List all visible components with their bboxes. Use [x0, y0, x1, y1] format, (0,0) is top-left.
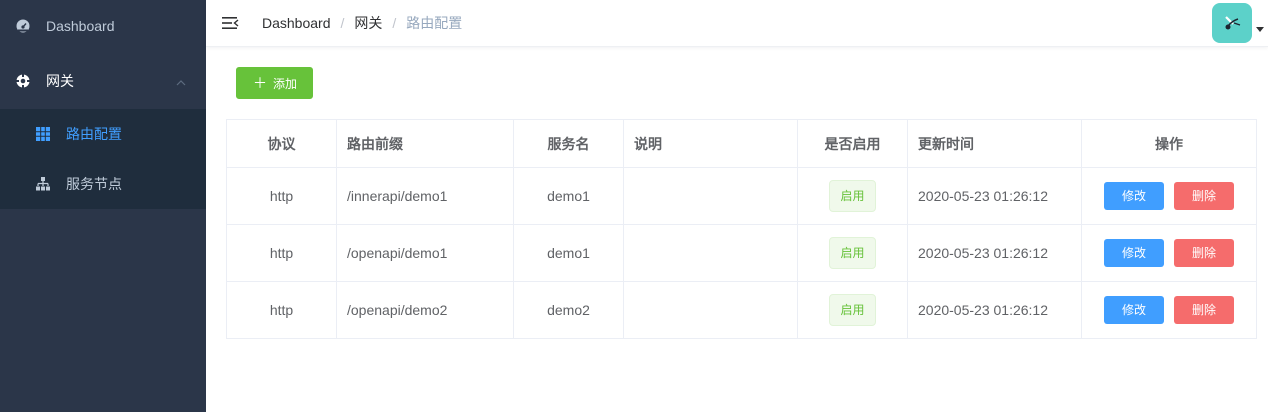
gateway-submenu: 路由配置 服务节点: [0, 109, 206, 209]
cell-enabled: 启用: [797, 224, 908, 282]
caret-down-icon[interactable]: [1256, 19, 1264, 37]
breadcrumb-item-dashboard[interactable]: Dashboard: [262, 15, 331, 31]
delete-button[interactable]: 删除: [1174, 296, 1234, 324]
route-table: 协议 路由前缀 服务名 说明 是否启用 更新时间 操作 http /innera…: [226, 119, 1257, 339]
app-root: Dashboard 网关 路由配置 服务节点 Dashboard / 网关 / …: [0, 0, 1268, 412]
sidebar: Dashboard 网关 路由配置 服务节点: [0, 0, 206, 412]
column-header-actions: 操作: [1081, 119, 1257, 168]
add-button-label: 添加: [273, 76, 298, 91]
cell-description: [623, 224, 798, 282]
table-row: http /openapi/demo1 demo1 启用 2020-05-23 …: [226, 224, 1257, 282]
page-content: ＋ 添加 协议 路由前缀 服务名 说明 是否启用 更新时间 操作 http /i…: [206, 47, 1268, 339]
sidebar-item-label: 服务节点: [66, 176, 122, 192]
column-header-updated: 更新时间: [907, 119, 1082, 168]
cell-updated: 2020-05-23 01:26:12: [907, 281, 1082, 339]
cell-enabled: 启用: [797, 167, 908, 225]
cell-service: demo2: [513, 281, 624, 339]
cell-prefix: /openapi/demo1: [336, 224, 514, 282]
breadcrumb-separator: /: [392, 15, 397, 31]
status-badge: 启用: [829, 294, 876, 326]
delete-button[interactable]: 删除: [1174, 182, 1234, 210]
add-button[interactable]: ＋ 添加: [236, 67, 314, 99]
chevron-up-icon: [176, 73, 186, 89]
plus-icon: ＋: [253, 75, 267, 91]
navbar: Dashboard / 网关 / 路由配置: [206, 0, 1268, 47]
cell-prefix: /openapi/demo2: [336, 281, 514, 339]
column-header-prefix: 路由前缀: [336, 119, 514, 168]
avatar[interactable]: [1212, 3, 1252, 43]
table-row: http /openapi/demo2 demo2 启用 2020-05-23 …: [226, 281, 1257, 339]
grid-icon: [36, 127, 50, 141]
cell-service: demo1: [513, 167, 624, 225]
breadcrumb: Dashboard / 网关 / 路由配置: [262, 13, 462, 33]
breadcrumb-item-current: 路由配置: [406, 15, 463, 31]
hierarchy-icon: [36, 177, 50, 191]
cell-description: [623, 167, 798, 225]
sidebar-item-label: 网关: [46, 72, 74, 89]
cell-prefix: /innerapi/demo1: [336, 167, 514, 225]
column-header-enabled: 是否启用: [797, 119, 908, 168]
edit-button[interactable]: 修改: [1104, 182, 1164, 210]
sidebar-item-gateway[interactable]: 网关: [0, 52, 206, 109]
sidebar-item-route-config[interactable]: 路由配置: [0, 109, 206, 159]
delete-button[interactable]: 删除: [1174, 239, 1234, 267]
cell-protocol: http: [226, 281, 337, 339]
column-header-description: 说明: [623, 119, 798, 168]
edit-button[interactable]: 修改: [1104, 239, 1164, 267]
cell-actions: 修改 删除: [1081, 224, 1257, 282]
breadcrumb-separator: /: [340, 15, 345, 31]
breadcrumb-item-gateway[interactable]: 网关: [354, 13, 382, 33]
status-badge: 启用: [829, 237, 876, 269]
sidebar-item-service-nodes[interactable]: 服务节点: [0, 159, 206, 209]
table-row: http /innerapi/demo1 demo1 启用 2020-05-23…: [226, 167, 1257, 225]
sidebar-item-label: 路由配置: [66, 126, 122, 142]
sidebar-item-label: Dashboard: [46, 18, 115, 34]
main-area: Dashboard / 网关 / 路由配置 ＋ 添加 协议 路由前缀 服务名 说…: [206, 0, 1268, 412]
status-badge: 启用: [829, 180, 876, 212]
hamburger-icon[interactable]: [222, 14, 240, 32]
cell-protocol: http: [226, 167, 337, 225]
cell-updated: 2020-05-23 01:26:12: [907, 167, 1082, 225]
column-header-service: 服务名: [513, 119, 624, 168]
cell-actions: 修改 删除: [1081, 167, 1257, 225]
cell-description: [623, 281, 798, 339]
cell-service: demo1: [513, 224, 624, 282]
dashboard-icon: [16, 19, 30, 33]
gateway-icon: [16, 73, 30, 88]
sidebar-item-dashboard[interactable]: Dashboard: [0, 0, 206, 52]
cell-updated: 2020-05-23 01:26:12: [907, 224, 1082, 282]
cell-enabled: 启用: [797, 281, 908, 339]
user-menu[interactable]: [1212, 3, 1268, 43]
cell-actions: 修改 删除: [1081, 281, 1257, 339]
table-header-row: 协议 路由前缀 服务名 说明 是否启用 更新时间 操作: [226, 119, 1257, 168]
column-header-protocol: 协议: [226, 119, 337, 168]
cell-protocol: http: [226, 224, 337, 282]
edit-button[interactable]: 修改: [1104, 296, 1164, 324]
